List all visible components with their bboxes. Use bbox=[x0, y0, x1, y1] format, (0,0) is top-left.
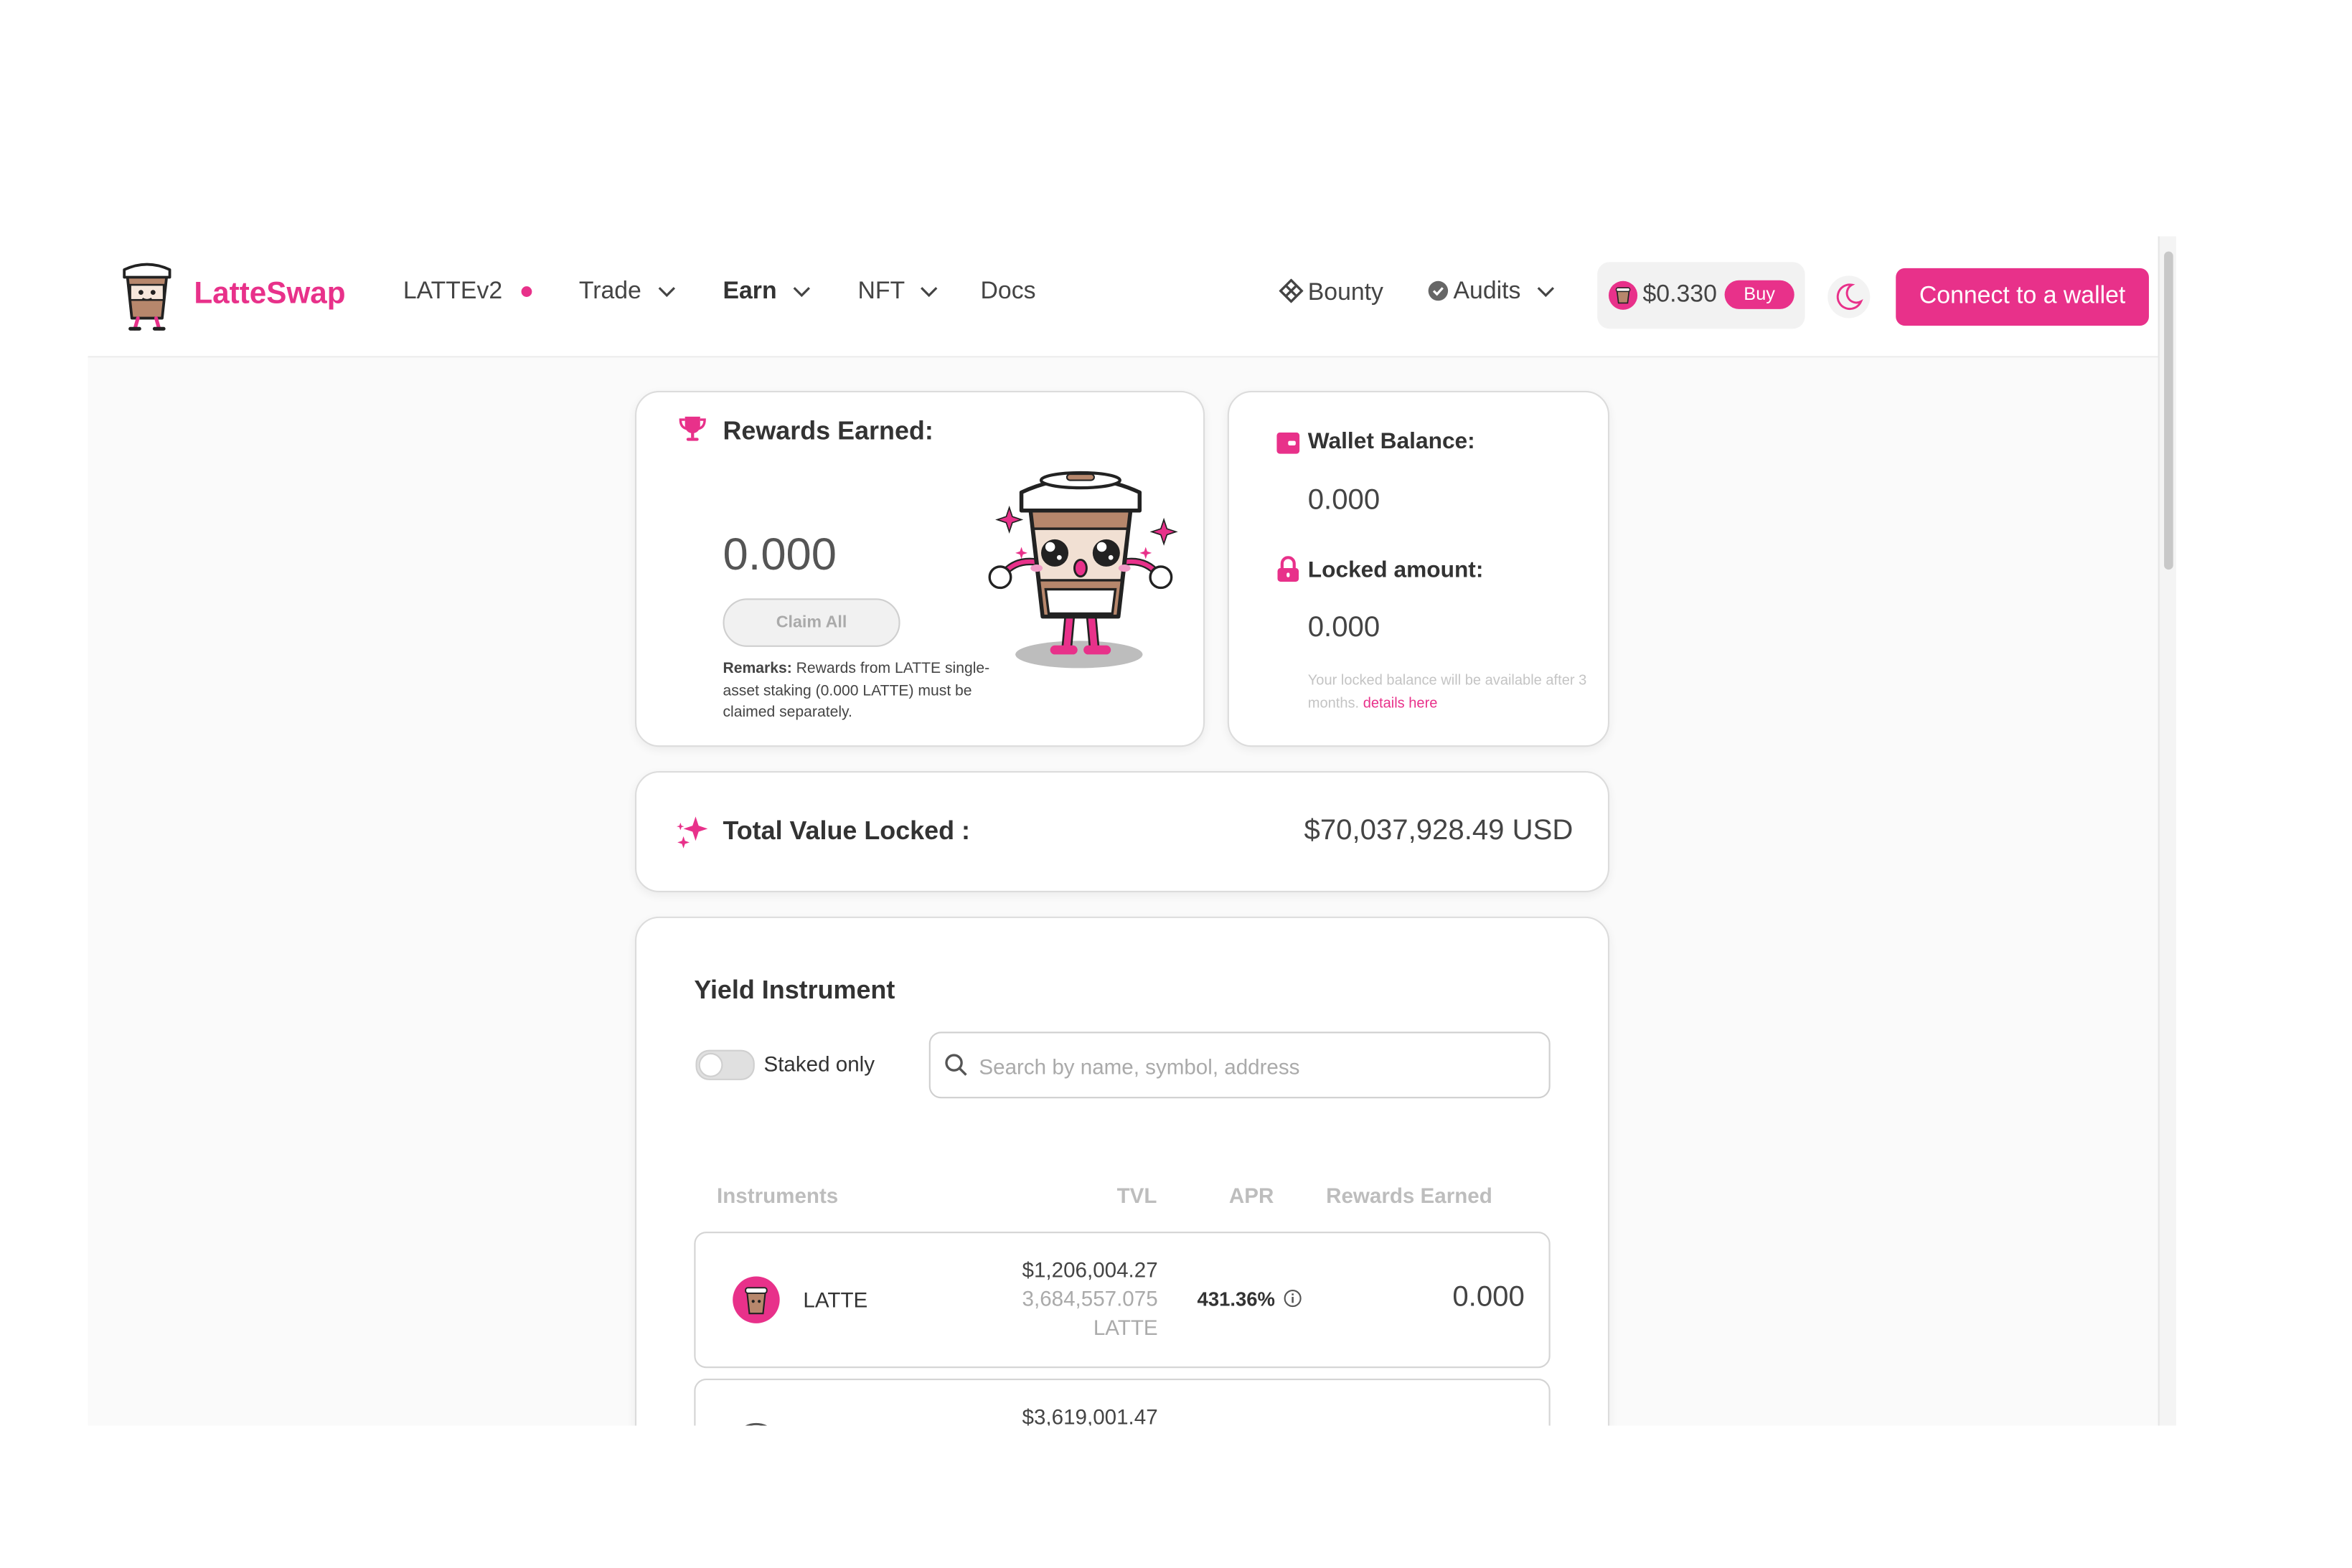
top-navbar: LatteSwap LATTEv2 Trade Earn NFT Docs Bo… bbox=[88, 236, 2158, 358]
bounty-icon bbox=[1279, 278, 1304, 303]
wallet-icon bbox=[1276, 433, 1300, 454]
yield-instrument-card: Yield Instrument Staked only Instruments… bbox=[634, 916, 1610, 1426]
nav-audits[interactable]: Audits bbox=[1428, 279, 1555, 306]
latte-token-icon bbox=[1608, 280, 1638, 310]
lock-icon bbox=[1277, 556, 1299, 582]
nav-bounty[interactable]: Bounty bbox=[1279, 278, 1383, 308]
nav-lattev2-label: LATTEv2 bbox=[403, 278, 503, 305]
tvl-amount: 3,684,557.075 bbox=[1022, 1286, 1158, 1310]
locked-note-text: Your locked balance will be available af… bbox=[1307, 672, 1587, 712]
chevron-down-icon bbox=[657, 286, 675, 297]
page-scrollbar[interactable] bbox=[2158, 236, 2176, 1426]
nav-trade[interactable]: Trade bbox=[579, 279, 675, 306]
staked-only-label: Staked only bbox=[763, 1051, 875, 1076]
chevron-down-icon bbox=[921, 286, 938, 297]
rewards-earned-value: 0.000 bbox=[723, 530, 837, 580]
apr-value: 431.36% bbox=[1198, 1288, 1302, 1310]
column-rewards-earned[interactable]: Rewards Earned bbox=[1326, 1184, 1492, 1208]
latte-mascot-illustration bbox=[988, 471, 1178, 669]
wallet-balance-card: Wallet Balance: 0.000 Locked amount: 0.0… bbox=[1227, 390, 1610, 747]
remarks-label: Remarks: bbox=[723, 660, 792, 678]
wallet-balance-title: Wallet Balance: bbox=[1307, 428, 1475, 455]
tvl-usd: $3,619,001.47 bbox=[1022, 1404, 1158, 1426]
search-input[interactable] bbox=[976, 1033, 1543, 1100]
app-root: LatteSwap LATTEv2 Trade Earn NFT Docs Bo… bbox=[88, 236, 2158, 1426]
staked-only-toggle[interactable] bbox=[695, 1049, 755, 1080]
rewards-earned-card: Rewards Earned: 0.000 Claim All Remarks:… bbox=[634, 390, 1205, 747]
connect-wallet-button[interactable]: Connect to a wallet bbox=[1896, 268, 2149, 326]
yield-instrument-title: Yield Instrument bbox=[694, 976, 895, 1005]
locked-balance-note: Your locked balance will be available af… bbox=[1308, 671, 1589, 715]
locked-amount-value: 0.000 bbox=[1307, 612, 1380, 644]
tvl-title: Total Value Locked : bbox=[723, 816, 971, 846]
nav-bounty-label: Bounty bbox=[1307, 280, 1383, 306]
tvl-usd: $1,206,004.27 bbox=[1022, 1257, 1158, 1282]
rewards-earned-value: 0.000 bbox=[1452, 1281, 1525, 1314]
nav-nft-label: NFT bbox=[857, 278, 905, 305]
toggle-knob bbox=[698, 1052, 723, 1077]
column-tvl[interactable]: TVL bbox=[1117, 1184, 1157, 1208]
nav-trade-label: Trade bbox=[578, 278, 641, 305]
latte-logo-icon[interactable] bbox=[118, 258, 176, 334]
info-icon[interactable] bbox=[1284, 1289, 1302, 1308]
token-icon bbox=[745, 1422, 767, 1426]
nav-lattev2[interactable]: LATTEv2 bbox=[403, 279, 532, 306]
claim-all-button[interactable]: Claim All bbox=[723, 598, 900, 647]
nav-nft[interactable]: NFT bbox=[857, 279, 939, 306]
table-row[interactable]: $3,619,001.47 bbox=[694, 1379, 1551, 1426]
details-here-link[interactable]: details here bbox=[1363, 694, 1438, 711]
locked-amount-title: Locked amount: bbox=[1307, 557, 1484, 584]
apr-text: 431.36% bbox=[1197, 1288, 1275, 1310]
nav-earn-label: Earn bbox=[723, 278, 777, 305]
nav-docs[interactable]: Docs bbox=[981, 279, 1036, 306]
instrument-name: LATTE bbox=[803, 1288, 868, 1313]
page-stage: LatteSwap LATTEv2 Trade Earn NFT Docs Bo… bbox=[0, 0, 2352, 1568]
latte-token-icon bbox=[733, 1276, 780, 1323]
nav-audits-label: Audits bbox=[1453, 278, 1521, 305]
new-dot-icon bbox=[521, 286, 532, 298]
nav-earn[interactable]: Earn bbox=[723, 279, 811, 306]
rewards-earned-title: Rewards Earned: bbox=[723, 416, 933, 445]
shield-check-icon bbox=[1428, 280, 1449, 301]
latte-price: $0.330 bbox=[1642, 281, 1717, 308]
scrollbar-thumb[interactable] bbox=[2164, 251, 2173, 570]
wallet-balance-value: 0.000 bbox=[1307, 484, 1380, 517]
sparkle-icon bbox=[677, 816, 708, 849]
browser-window: LatteSwap LATTEv2 Trade Earn NFT Docs Bo… bbox=[88, 236, 2176, 1426]
search-box[interactable] bbox=[928, 1031, 1551, 1100]
column-instruments[interactable]: Instruments bbox=[717, 1184, 838, 1208]
chevron-down-icon bbox=[793, 286, 811, 297]
brand-name[interactable]: LatteSwap bbox=[194, 278, 345, 313]
tvl-value: $70,037,928.49 USD bbox=[1304, 815, 1574, 847]
total-value-locked-card: Total Value Locked : $70,037,928.49 USD bbox=[634, 771, 1610, 893]
column-apr[interactable]: APR bbox=[1229, 1184, 1274, 1208]
chevron-down-icon bbox=[1537, 286, 1554, 297]
search-icon bbox=[945, 1054, 967, 1076]
latte-price-pill[interactable]: $0.330 Buy bbox=[1597, 262, 1805, 329]
trophy-icon bbox=[679, 416, 706, 441]
moon-icon[interactable] bbox=[1826, 274, 1871, 319]
rewards-remarks: Remarks: Rewards from LATTE single-asset… bbox=[723, 659, 995, 725]
table-row[interactable]: LATTE $1,206,004.27 3,684,557.075 LATTE … bbox=[694, 1232, 1551, 1369]
tvl-unit: LATTE bbox=[1093, 1315, 1158, 1340]
buy-button[interactable]: Buy bbox=[1724, 280, 1794, 309]
